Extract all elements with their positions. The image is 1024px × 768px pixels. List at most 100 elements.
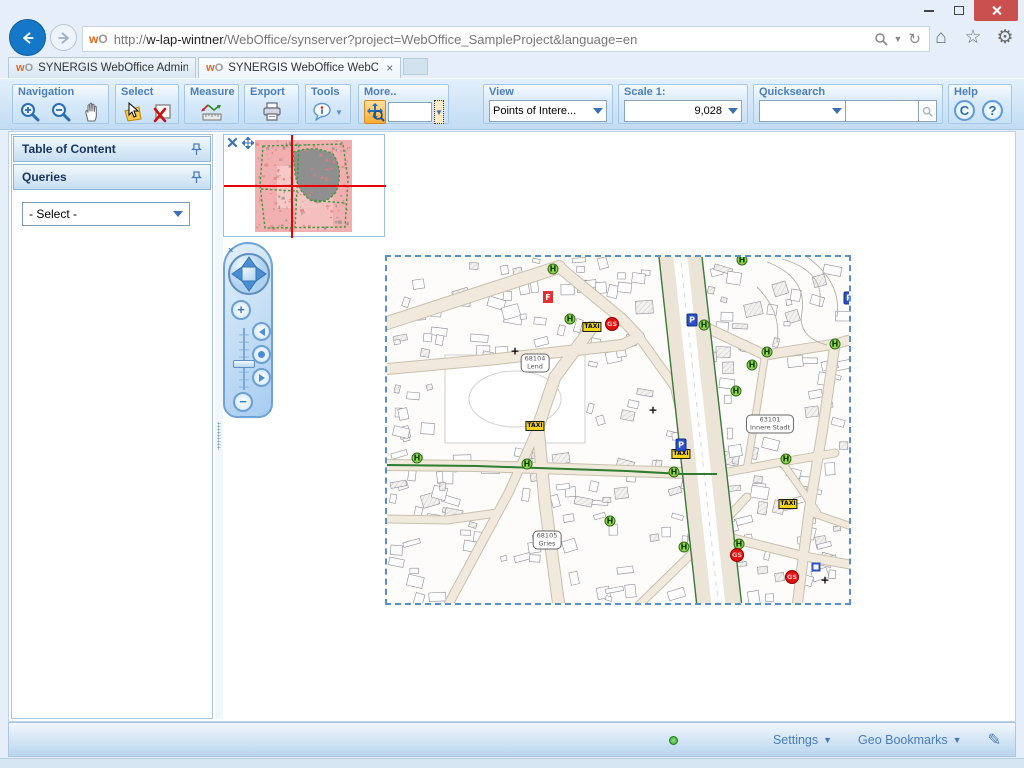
pan-button[interactable] — [79, 100, 103, 124]
map-marker-f: F — [543, 291, 553, 303]
map-marker-p: P — [844, 292, 852, 305]
status-bar: Settings ▼ Geo Bookmarks ▼ ✎ — [8, 722, 1016, 757]
weboffice-favicon: wO — [89, 32, 108, 46]
splitter-grip-icon — [217, 422, 221, 450]
favorites-star-icon[interactable]: ☆ — [962, 27, 984, 49]
tab-weboffice-administrator[interactable]: wO SYNERGIS WebOffice Administ... — [8, 57, 196, 78]
map-marker-p: P — [676, 439, 687, 452]
settings-menu[interactable]: Settings ▼ — [773, 733, 832, 747]
map-marker-gs: GS — [730, 548, 744, 562]
toolbar-group-measure: Measure — [184, 84, 239, 124]
select-button[interactable] — [121, 100, 144, 124]
more-dropdown-button[interactable]: ▼ — [434, 100, 444, 124]
geo-bookmarks-label: Geo Bookmarks — [858, 733, 948, 747]
search-icon[interactable] — [874, 32, 888, 46]
view-dropdown-value: Points of Intere... — [493, 105, 576, 117]
query-select-value: - Select - — [29, 207, 77, 221]
tab-close-icon[interactable]: × — [386, 63, 393, 73]
url-text: http://w-lap-wintner/WebOffice/synserver… — [114, 32, 866, 47]
group-label-navigation: Navigation — [18, 86, 103, 99]
group-label-more: More.. — [364, 86, 443, 99]
pan-dpad[interactable] — [227, 252, 271, 296]
zoom-slider[interactable] — [238, 328, 250, 390]
tab-bar: wO SYNERGIS WebOffice Administ... wO SYN… — [8, 57, 428, 78]
district-label: 68105Gries — [533, 531, 562, 550]
search-dropdown-icon[interactable]: ▼ — [894, 34, 903, 44]
sidebar-splitter[interactable] — [215, 134, 223, 719]
close-button[interactable] — [974, 0, 1018, 21]
full-extent-button[interactable] — [252, 345, 271, 364]
weboffice-favicon: wO — [206, 62, 223, 74]
overview-close-icon[interactable] — [227, 137, 238, 148]
forward-arrow-icon — [57, 31, 71, 45]
group-label-scale: Scale 1: — [624, 86, 742, 99]
zoom-to-selection-button[interactable] — [364, 100, 386, 124]
select-arrow-icon — [121, 101, 143, 123]
query-select-dropdown[interactable]: - Select - — [22, 202, 190, 226]
print-button[interactable] — [260, 100, 284, 124]
copyright-button[interactable]: C — [954, 100, 975, 121]
group-label-select: Select — [121, 86, 173, 99]
map-marker-h: H — [679, 542, 690, 553]
overview-map-panel[interactable] — [223, 134, 385, 237]
sidebar-panel-queries[interactable]: Queries — [13, 164, 211, 190]
back-button[interactable] — [9, 19, 46, 56]
settings-label: Settings — [773, 733, 818, 747]
status-indicator-icon — [669, 736, 678, 745]
scale-input[interactable]: 9,028 — [624, 100, 742, 122]
quicksearch-input[interactable] — [845, 100, 919, 122]
district-label: 68104Lend — [521, 354, 550, 373]
info-tool-button[interactable] — [311, 100, 333, 124]
chevron-down-icon — [832, 108, 842, 114]
overview-move-icon[interactable] — [242, 137, 254, 149]
toolbar-group-export: Export — [244, 84, 299, 124]
toolbar-group-navigation: Navigation — [12, 84, 109, 124]
chevron-down-icon: ▼ — [953, 735, 962, 745]
group-label-quicksearch: Quicksearch — [759, 86, 937, 99]
zoom-out-button[interactable] — [49, 100, 73, 124]
group-label-help: Help — [954, 86, 1006, 99]
pin-icon[interactable] — [191, 171, 202, 184]
help-button[interactable]: ? — [982, 100, 1003, 121]
refresh-icon[interactable]: ↻ — [908, 30, 921, 48]
minimize-button[interactable] — [914, 0, 944, 21]
tab-weboffice-client[interactable]: wO SYNERGIS WebOffice WebO... × — [198, 57, 401, 78]
address-bar[interactable]: wO http://w-lap-wintner/WebOffice/synser… — [82, 26, 930, 52]
clear-selection-icon — [151, 101, 173, 123]
close-icon — [991, 5, 1002, 16]
next-extent-button[interactable] — [252, 368, 271, 387]
pan-hand-icon — [81, 102, 101, 122]
map-marker-h: H — [565, 314, 576, 325]
search-icon — [922, 105, 933, 118]
maximize-button[interactable] — [944, 0, 974, 21]
new-tab-button[interactable] — [403, 58, 428, 75]
geo-bookmarks-menu[interactable]: Geo Bookmarks ▼ — [858, 733, 962, 747]
more-value-box[interactable] — [388, 102, 432, 122]
slider-handle[interactable] — [233, 360, 255, 368]
map-marker-taxi: TAXI — [525, 421, 544, 431]
clear-selection-button[interactable] — [151, 100, 174, 124]
tools-dropdown-icon[interactable]: ▼ — [335, 108, 343, 117]
map-canvas[interactable]: HHHHHHHHHHHHHHHTAXITAXITAXITAXIGSGSGSPPP… — [385, 255, 851, 605]
forward-button[interactable] — [50, 24, 77, 51]
back-arrow-icon — [21, 31, 35, 45]
zoom-in-slider-button[interactable]: + — [231, 300, 251, 320]
settings-gear-icon[interactable]: ⚙ — [994, 27, 1016, 49]
sidebar: Table of Content Queries - Select - — [11, 134, 213, 719]
previous-extent-button[interactable] — [252, 322, 271, 341]
measure-button[interactable] — [200, 100, 224, 124]
zoom-out-slider-button[interactable]: − — [233, 392, 253, 412]
home-icon[interactable]: ⌂ — [930, 27, 952, 49]
toolbar-group-scale: Scale 1: 9,028 — [618, 84, 748, 124]
quicksearch-button[interactable] — [919, 100, 937, 122]
district-label: 63101Innere Stadt — [746, 415, 794, 434]
view-dropdown[interactable]: Points of Intere... — [489, 100, 607, 122]
toolbar-group-select: Select — [115, 84, 179, 124]
sidebar-panel-table-of-content[interactable]: Table of Content — [13, 136, 211, 162]
panel-label: Table of Content — [22, 142, 116, 156]
redline-pen-icon[interactable]: ✎ — [988, 730, 1001, 750]
app-toolbar: Navigation — [0, 78, 1024, 130]
zoom-in-button[interactable] — [18, 100, 42, 124]
quicksearch-dropdown[interactable] — [759, 100, 845, 122]
pin-icon[interactable] — [191, 143, 202, 156]
